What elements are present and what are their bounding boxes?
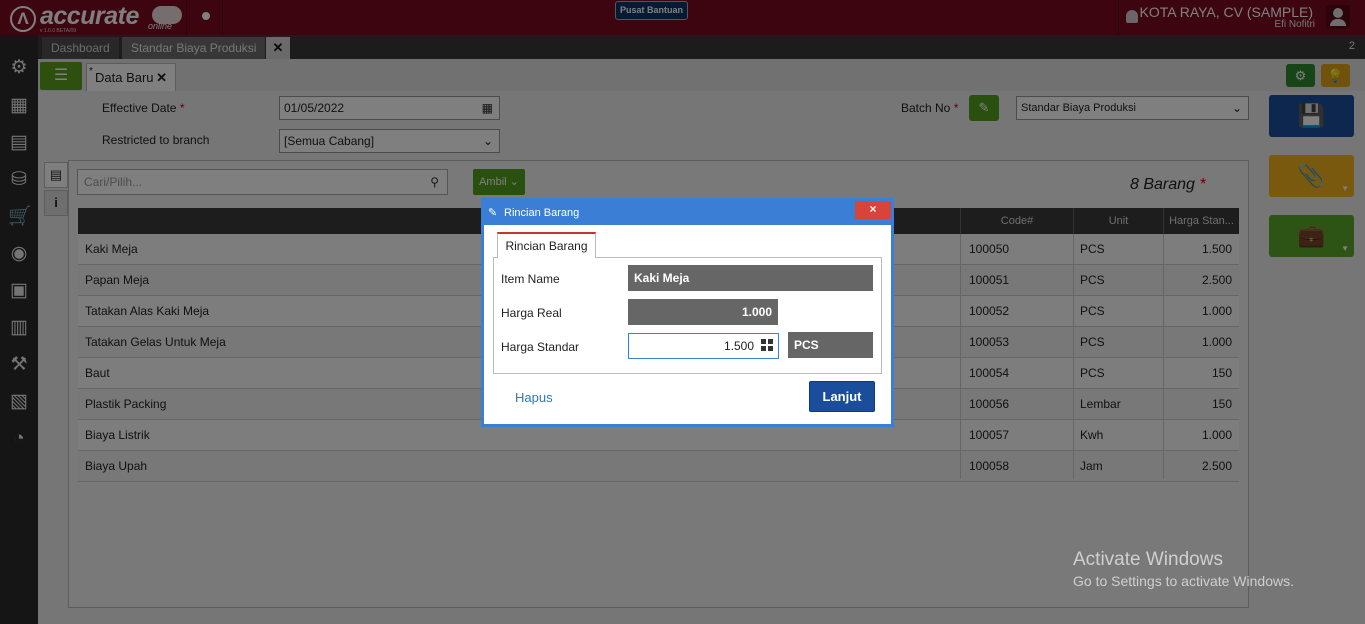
dialog-close-button[interactable]: × [855, 201, 891, 219]
item-name-field: Kaki Meja [628, 265, 873, 291]
harga-standar-input[interactable]: 1.500 [628, 333, 779, 359]
calculator-icon[interactable] [761, 339, 773, 351]
harga-standar-value: 1.500 [723, 339, 754, 353]
pencil-icon: ✎ [488, 207, 498, 219]
dialog-title: Rincian Barang [504, 207, 580, 219]
tab-rincian-barang[interactable]: Rincian Barang [497, 232, 596, 258]
lanjut-button[interactable]: Lanjut [809, 381, 875, 412]
watermark-line2: Go to Settings to activate Windows. [1073, 573, 1294, 589]
item-name-label: Item Name [501, 272, 560, 286]
unit-field[interactable]: PCS [788, 332, 873, 358]
dialog-title-bar: ✎ Rincian Barang [484, 201, 891, 225]
rincian-barang-dialog: ✎ Rincian Barang × Rincian Barang Item N… [481, 198, 894, 427]
harga-standar-label: Harga Standar [501, 340, 580, 354]
windows-activation-watermark: Activate Windows Go to Settings to activ… [1073, 549, 1294, 589]
harga-real-field: 1.000 [628, 299, 778, 325]
watermark-line1: Activate Windows [1073, 549, 1223, 570]
harga-real-label: Harga Real [501, 306, 562, 320]
hapus-button[interactable]: Hapus [515, 390, 553, 405]
